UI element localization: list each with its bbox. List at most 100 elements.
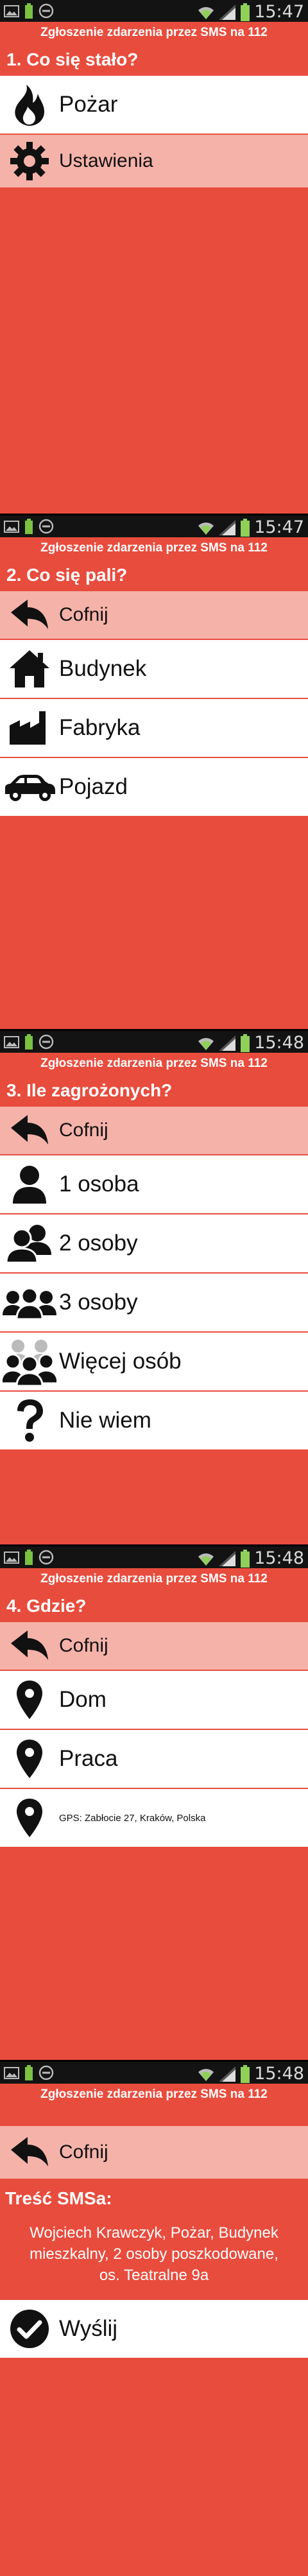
option-factory[interactable]: Fabryka xyxy=(0,699,308,758)
battery-notification-icon xyxy=(25,519,33,534)
pin-icon xyxy=(17,1740,42,1778)
two-persons-icon xyxy=(5,1225,51,1264)
option-three-persons[interactable]: 3 osoby xyxy=(0,1274,308,1333)
option-label: Pojazd xyxy=(59,774,128,799)
do-not-disturb-icon xyxy=(38,1034,54,1050)
battery-notification-icon xyxy=(25,1034,33,1050)
battery-icon xyxy=(241,1549,250,1568)
screen-step-3: 15:48 Zgłoszenie zdarzenia przez SMS na … xyxy=(0,1031,308,1544)
option-unknown[interactable]: Nie wiem xyxy=(0,1392,308,1451)
signal-icon xyxy=(219,4,236,20)
screen-step-1: 15:47 Zgłoszenie zdarzenia przez SMS na … xyxy=(0,0,308,514)
screen-sms-summary: 15:48 Zgłoszenie zdarzenia przez SMS na … xyxy=(0,2062,308,2576)
option-one-person[interactable]: 1 osoba xyxy=(0,1155,308,1215)
app-title: Zgłoszenie zdarzenia przez SMS na 112 xyxy=(40,1057,268,1070)
send-button[interactable]: Wyślij xyxy=(0,2300,308,2359)
back-button[interactable]: Cofnij xyxy=(0,591,308,640)
fire-icon xyxy=(15,85,44,126)
question-title: 3. Ile zagrożonych? xyxy=(6,1080,173,1100)
gps-pin-icon xyxy=(17,1799,42,1837)
status-bar: 15:47 xyxy=(0,0,308,22)
do-not-disturb-icon xyxy=(38,1550,54,1565)
option-vehicle[interactable]: Pojazd xyxy=(0,758,308,817)
option-label: GPS: Zabłocie 27, Kraków, Polska xyxy=(59,1812,206,1824)
back-arrow-icon xyxy=(11,2137,48,2166)
back-label: Cofnij xyxy=(59,1635,108,1656)
clock: 15:48 xyxy=(254,1033,304,1053)
back-label: Cofnij xyxy=(59,604,108,625)
image-notification-icon xyxy=(4,5,19,17)
back-label: Cofnij xyxy=(59,1119,108,1141)
screen-step-4: 15:48 Zgłoszenie zdarzenia przez SMS na … xyxy=(0,1546,308,2060)
battery-icon xyxy=(241,3,250,21)
screen-step-2: 15:47 Zgłoszenie zdarzenia przez SMS na … xyxy=(0,515,308,1029)
app-title: Zgłoszenie zdarzenia przez SMS na 112 xyxy=(40,26,268,39)
signal-icon xyxy=(219,1035,236,1051)
person-icon xyxy=(13,1166,46,1204)
option-home[interactable]: Dom xyxy=(0,1671,308,1730)
back-button[interactable]: Cofnij xyxy=(0,1622,308,1671)
status-bar: 15:48 xyxy=(0,2062,308,2084)
option-label: 3 osoby xyxy=(59,1290,138,1315)
back-arrow-icon xyxy=(11,1630,48,1660)
option-label: Nie wiem xyxy=(59,1408,151,1433)
question-title: 2. Co się pali? xyxy=(6,565,128,585)
pin-icon xyxy=(17,1681,42,1719)
option-label: Budynek xyxy=(59,656,147,681)
wifi-icon xyxy=(198,2068,214,2081)
option-settings[interactable]: Ustawienia xyxy=(0,135,308,189)
option-label: Praca xyxy=(59,1746,118,1771)
back-button[interactable]: Cofnij xyxy=(0,2126,308,2180)
image-notification-icon xyxy=(4,1552,19,1564)
option-label: 2 osoby xyxy=(59,1231,138,1256)
battery-icon xyxy=(241,518,250,537)
image-notification-icon xyxy=(4,521,19,533)
clock: 15:47 xyxy=(254,517,304,537)
option-fire[interactable]: Pożar xyxy=(0,76,308,135)
question-title: 1. Co się stało? xyxy=(6,49,139,69)
image-notification-icon xyxy=(4,1036,19,1048)
battery-icon xyxy=(241,2064,250,2083)
option-two-persons[interactable]: 2 osoby xyxy=(0,1215,308,1274)
back-arrow-icon xyxy=(11,600,48,629)
clock: 15:48 xyxy=(254,2064,304,2084)
crowd-icon xyxy=(3,1340,56,1386)
back-label: Cofnij xyxy=(59,2141,108,2163)
wifi-icon xyxy=(198,6,214,19)
back-button[interactable]: Cofnij xyxy=(0,1107,308,1155)
app-title: Zgłoszenie zdarzenia przez SMS na 112 xyxy=(40,2088,268,2101)
option-work[interactable]: Praca xyxy=(0,1730,308,1789)
wifi-icon xyxy=(198,1553,214,1566)
option-label: 1 osoba xyxy=(59,1171,139,1197)
battery-notification-icon xyxy=(25,1550,33,1565)
status-bar: 15:47 xyxy=(0,515,308,537)
option-label: Fabryka xyxy=(59,715,141,740)
sms-heading: Treść SMSa: xyxy=(5,2188,112,2208)
status-bar: 15:48 xyxy=(0,1546,308,1568)
house-icon xyxy=(10,650,49,687)
check-circle-icon xyxy=(10,2310,49,2348)
signal-icon xyxy=(219,2066,236,2082)
do-not-disturb-icon xyxy=(38,3,54,19)
question-icon xyxy=(17,1399,43,1442)
three-persons-icon xyxy=(3,1287,56,1320)
image-notification-icon xyxy=(4,2067,19,2079)
option-gps-location[interactable]: GPS: Zabłocie 27, Kraków, Polska xyxy=(0,1789,308,1848)
signal-icon xyxy=(219,519,236,535)
signal-icon xyxy=(219,1550,236,1566)
do-not-disturb-icon xyxy=(38,519,54,534)
option-label: Ustawienia xyxy=(59,150,153,171)
battery-icon xyxy=(241,1033,250,1052)
option-label: Więcej osób xyxy=(59,1349,182,1374)
car-icon xyxy=(5,775,55,801)
option-building[interactable]: Budynek xyxy=(0,640,308,699)
send-label: Wyślij xyxy=(59,2316,118,2341)
do-not-disturb-icon xyxy=(38,2065,54,2080)
option-more-persons[interactable]: Więcej osób xyxy=(0,1333,308,1392)
sms-text: Wojciech Krawczyk, Pożar, Budynek mieszk… xyxy=(30,2224,278,2284)
option-label: Pożar xyxy=(59,92,118,117)
clock: 15:47 xyxy=(254,2,304,22)
app-title: Zgłoszenie zdarzenia przez SMS na 112 xyxy=(40,541,268,555)
clock: 15:48 xyxy=(254,1548,304,1568)
app-title: Zgłoszenie zdarzenia przez SMS na 112 xyxy=(40,1572,268,1586)
